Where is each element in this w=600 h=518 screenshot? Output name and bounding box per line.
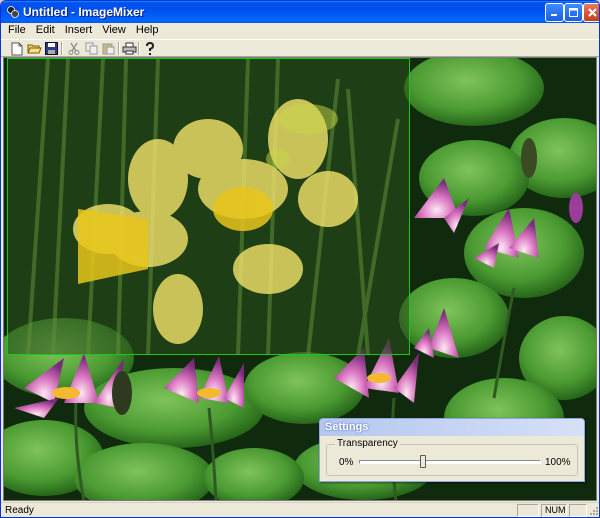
menu-file[interactable]: File xyxy=(3,23,31,39)
toolbar-separator xyxy=(61,42,63,55)
cut-icon xyxy=(68,42,80,55)
status-pane-1 xyxy=(517,504,539,517)
paste-button[interactable] xyxy=(100,41,116,56)
new-button[interactable] xyxy=(9,41,25,56)
transparency-group: Transparency 0% 100% xyxy=(326,438,578,476)
status-text: Ready xyxy=(5,505,34,516)
daffodil-photo xyxy=(8,59,409,354)
close-button[interactable] xyxy=(583,3,599,22)
toolbar xyxy=(1,39,599,57)
save-icon xyxy=(44,42,58,55)
transparency-slider-thumb[interactable] xyxy=(419,455,426,468)
status-pane-3 xyxy=(569,504,587,517)
status-bar: Ready NUM xyxy=(1,502,599,517)
minimize-button[interactable] xyxy=(545,3,564,22)
print-icon xyxy=(122,42,136,55)
settings-panel: Settings Transparency 0% 100% xyxy=(319,418,585,482)
menu-insert[interactable]: Insert xyxy=(60,23,98,39)
application-window: Untitled - ImageMixer File Edit Insert V… xyxy=(0,0,600,518)
imagemixer-app-icon xyxy=(7,6,19,18)
status-pane-num: NUM xyxy=(541,504,567,517)
transparency-label: Transparency xyxy=(335,438,400,449)
cut-button[interactable] xyxy=(66,41,82,56)
close-icon xyxy=(588,8,597,17)
menu-help[interactable]: Help xyxy=(131,23,164,39)
overlay-image-region[interactable] xyxy=(7,58,410,355)
maximize-icon xyxy=(569,8,578,17)
open-folder-icon xyxy=(26,44,42,54)
menu-view[interactable]: View xyxy=(97,23,131,39)
copy-icon xyxy=(85,42,97,55)
title-bar[interactable]: Untitled - ImageMixer xyxy=(1,1,599,23)
slider-max-label: 100% xyxy=(545,457,571,468)
open-button[interactable] xyxy=(26,41,42,56)
window-title: Untitled - ImageMixer xyxy=(23,5,145,19)
new-document-icon xyxy=(11,42,23,55)
minimize-icon xyxy=(551,14,557,16)
toolbar-separator xyxy=(138,42,140,55)
maximize-button[interactable] xyxy=(564,3,583,22)
save-button[interactable] xyxy=(43,41,59,56)
transparency-slider-track[interactable] xyxy=(359,460,541,464)
settings-title[interactable]: Settings xyxy=(320,419,584,436)
print-button[interactable] xyxy=(121,41,137,56)
resize-grip-icon[interactable] xyxy=(588,505,599,517)
toolbar-separator xyxy=(118,42,120,55)
help-button[interactable] xyxy=(142,41,158,56)
help-icon xyxy=(146,41,155,55)
paste-icon xyxy=(102,43,114,55)
copy-button[interactable] xyxy=(83,41,99,56)
menu-edit[interactable]: Edit xyxy=(31,23,60,39)
menu-bar: File Edit Insert View Help xyxy=(1,23,599,39)
slider-min-label: 0% xyxy=(339,457,354,468)
